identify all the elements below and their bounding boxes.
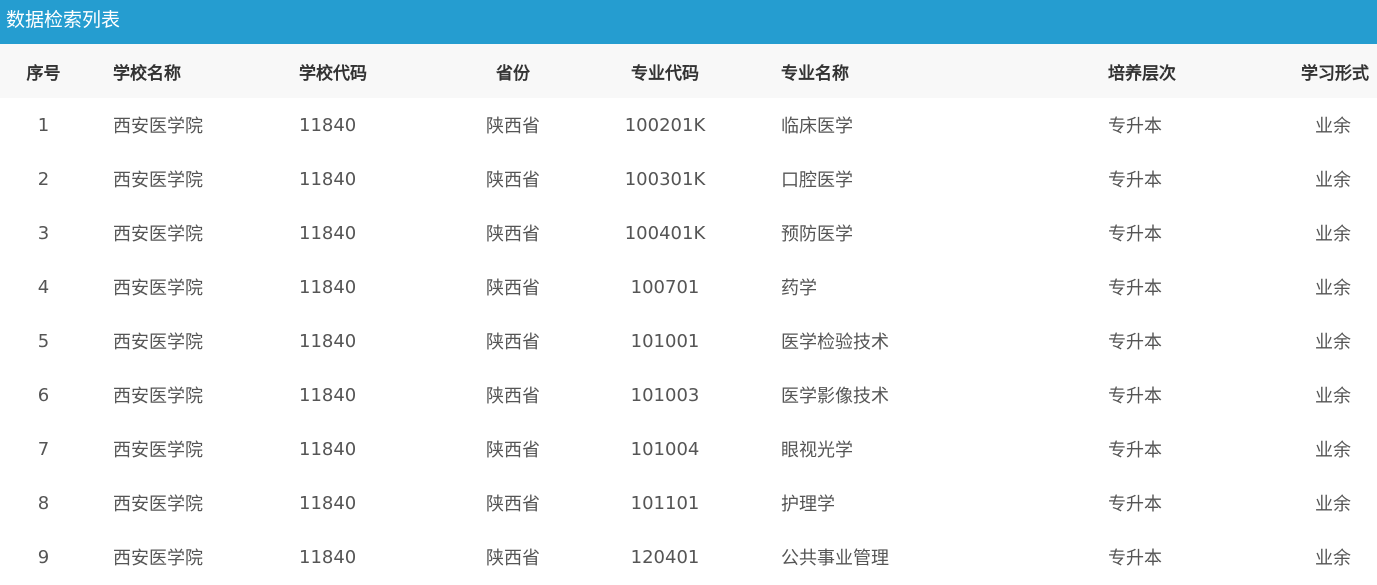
- cell-school-code: 11840: [299, 114, 357, 136]
- cell-major-code: 100701: [630, 276, 700, 298]
- header-major-name: 专业名称: [781, 63, 849, 84]
- table-row: 1 西安医学院 11840 陕西省 100201K 临床医学 专升本 业余: [0, 98, 1377, 152]
- cell-major-name: 药学: [781, 278, 817, 299]
- cell-province: 陕西省: [486, 116, 540, 137]
- header-province: 省份: [496, 63, 530, 84]
- cell-major-code: 120401: [630, 546, 700, 568]
- cell-school-code: 11840: [299, 330, 357, 352]
- cell-school-name: 西安医学院: [113, 440, 203, 461]
- cell-level: 专升本: [1108, 116, 1162, 137]
- cell-school-code: 11840: [299, 546, 357, 568]
- cell-school-name: 西安医学院: [113, 494, 203, 515]
- cell-major-name: 眼视光学: [781, 440, 853, 461]
- cell-major-name: 公共事业管理: [781, 548, 889, 569]
- cell-level: 专升本: [1108, 440, 1162, 461]
- cell-major-name: 护理学: [781, 494, 835, 515]
- cell-level: 专升本: [1108, 224, 1162, 245]
- table-row: 3 西安医学院 11840 陕西省 100401K 预防医学 专升本 业余: [0, 206, 1377, 260]
- cell-index: 7: [37, 438, 50, 460]
- cell-school-code: 11840: [299, 438, 357, 460]
- cell-major-code: 101001: [630, 330, 700, 352]
- cell-school-name: 西安医学院: [113, 224, 203, 245]
- cell-school-name: 西安医学院: [113, 170, 203, 191]
- cell-index: 2: [37, 168, 50, 190]
- cell-index: 3: [37, 222, 50, 244]
- table-row: 7 西安医学院 11840 陕西省 101004 眼视光学 专升本 业余: [0, 422, 1377, 476]
- cell-major-code: 101003: [630, 384, 700, 406]
- cell-school-name: 西安医学院: [113, 548, 203, 569]
- cell-school-code: 11840: [299, 168, 357, 190]
- cell-level: 专升本: [1108, 494, 1162, 515]
- cell-index: 8: [37, 492, 50, 514]
- table-row: 5 西安医学院 11840 陕西省 101001 医学检验技术 专升本 业余: [0, 314, 1377, 368]
- cell-index: 5: [37, 330, 50, 352]
- cell-study-form: 业余: [1315, 548, 1351, 569]
- cell-study-form: 业余: [1315, 440, 1351, 461]
- cell-school-code: 11840: [299, 276, 357, 298]
- cell-major-name: 临床医学: [781, 116, 853, 137]
- cell-major-code: 100401K: [624, 222, 706, 244]
- cell-school-code: 11840: [299, 492, 357, 514]
- cell-major-name: 医学影像技术: [781, 386, 889, 407]
- table-header: 序号 学校名称 学校代码 省份 专业代码 专业名称 培养层次 学习形式: [0, 44, 1377, 98]
- table-row: 8 西安医学院 11840 陕西省 101101 护理学 专升本 业余: [0, 476, 1377, 530]
- table-row: 2 西安医学院 11840 陕西省 100301K 口腔医学 专升本 业余: [0, 152, 1377, 206]
- cell-province: 陕西省: [486, 278, 540, 299]
- cell-study-form: 业余: [1315, 386, 1351, 407]
- cell-index: 1: [37, 114, 50, 136]
- cell-level: 专升本: [1108, 386, 1162, 407]
- cell-school-name: 西安医学院: [113, 116, 203, 137]
- cell-school-code: 11840: [299, 222, 357, 244]
- cell-level: 专升本: [1108, 332, 1162, 353]
- cell-school-name: 西安医学院: [113, 332, 203, 353]
- cell-major-name: 口腔医学: [781, 170, 853, 191]
- table-row: 4 西安医学院 11840 陕西省 100701 药学 专升本 业余: [0, 260, 1377, 314]
- cell-province: 陕西省: [486, 170, 540, 191]
- header-level: 培养层次: [1108, 63, 1176, 84]
- cell-province: 陕西省: [486, 548, 540, 569]
- cell-province: 陕西省: [486, 332, 540, 353]
- table-header-row: 序号 学校名称 学校代码 省份 专业代码 专业名称 培养层次 学习形式: [0, 44, 1377, 98]
- cell-school-name: 西安医学院: [113, 386, 203, 407]
- cell-province: 陕西省: [486, 386, 540, 407]
- table-row: 9 西安医学院 11840 陕西省 120401 公共事业管理 专升本 业余: [0, 530, 1377, 584]
- data-search-panel: 数据检索列表 序号 学校名称 学校代码 省份 专业代码 专业名称 培养层次 学习…: [0, 0, 1377, 585]
- cell-index: 9: [37, 546, 50, 568]
- cell-school-name: 西安医学院: [113, 278, 203, 299]
- cell-major-code: 101101: [630, 492, 700, 514]
- header-major-code: 专业代码: [631, 63, 699, 84]
- cell-index: 4: [37, 276, 50, 298]
- cell-major-code: 100201K: [624, 114, 706, 136]
- cell-major-code: 101004: [630, 438, 700, 460]
- cell-school-code: 11840: [299, 384, 357, 406]
- panel-title: 数据检索列表: [0, 0, 1377, 44]
- cell-major-code: 100301K: [624, 168, 706, 190]
- cell-study-form: 业余: [1315, 170, 1351, 191]
- cell-province: 陕西省: [486, 224, 540, 245]
- cell-major-name: 医学检验技术: [781, 332, 889, 353]
- cell-level: 专升本: [1108, 170, 1162, 191]
- table-row: 6 西安医学院 11840 陕西省 101003 医学影像技术 专升本 业余: [0, 368, 1377, 422]
- cell-level: 专升本: [1108, 548, 1162, 569]
- cell-study-form: 业余: [1315, 332, 1351, 353]
- cell-study-form: 业余: [1315, 224, 1351, 245]
- cell-level: 专升本: [1108, 278, 1162, 299]
- cell-province: 陕西省: [486, 440, 540, 461]
- header-school-name: 学校名称: [113, 63, 181, 84]
- cell-study-form: 业余: [1315, 278, 1351, 299]
- cell-study-form: 业余: [1315, 494, 1351, 515]
- cell-index: 6: [37, 384, 50, 406]
- header-school-code: 学校代码: [299, 63, 367, 84]
- cell-major-name: 预防医学: [781, 224, 853, 245]
- cell-study-form: 业余: [1315, 116, 1351, 137]
- results-table: 序号 学校名称 学校代码 省份 专业代码 专业名称 培养层次 学习形式 1 西安医…: [0, 44, 1377, 584]
- header-index: 序号: [26, 63, 61, 84]
- cell-province: 陕西省: [486, 494, 540, 515]
- table-body: 1 西安医学院 11840 陕西省 100201K 临床医学 专升本 业余 2 西安医学院 1184…: [0, 98, 1377, 584]
